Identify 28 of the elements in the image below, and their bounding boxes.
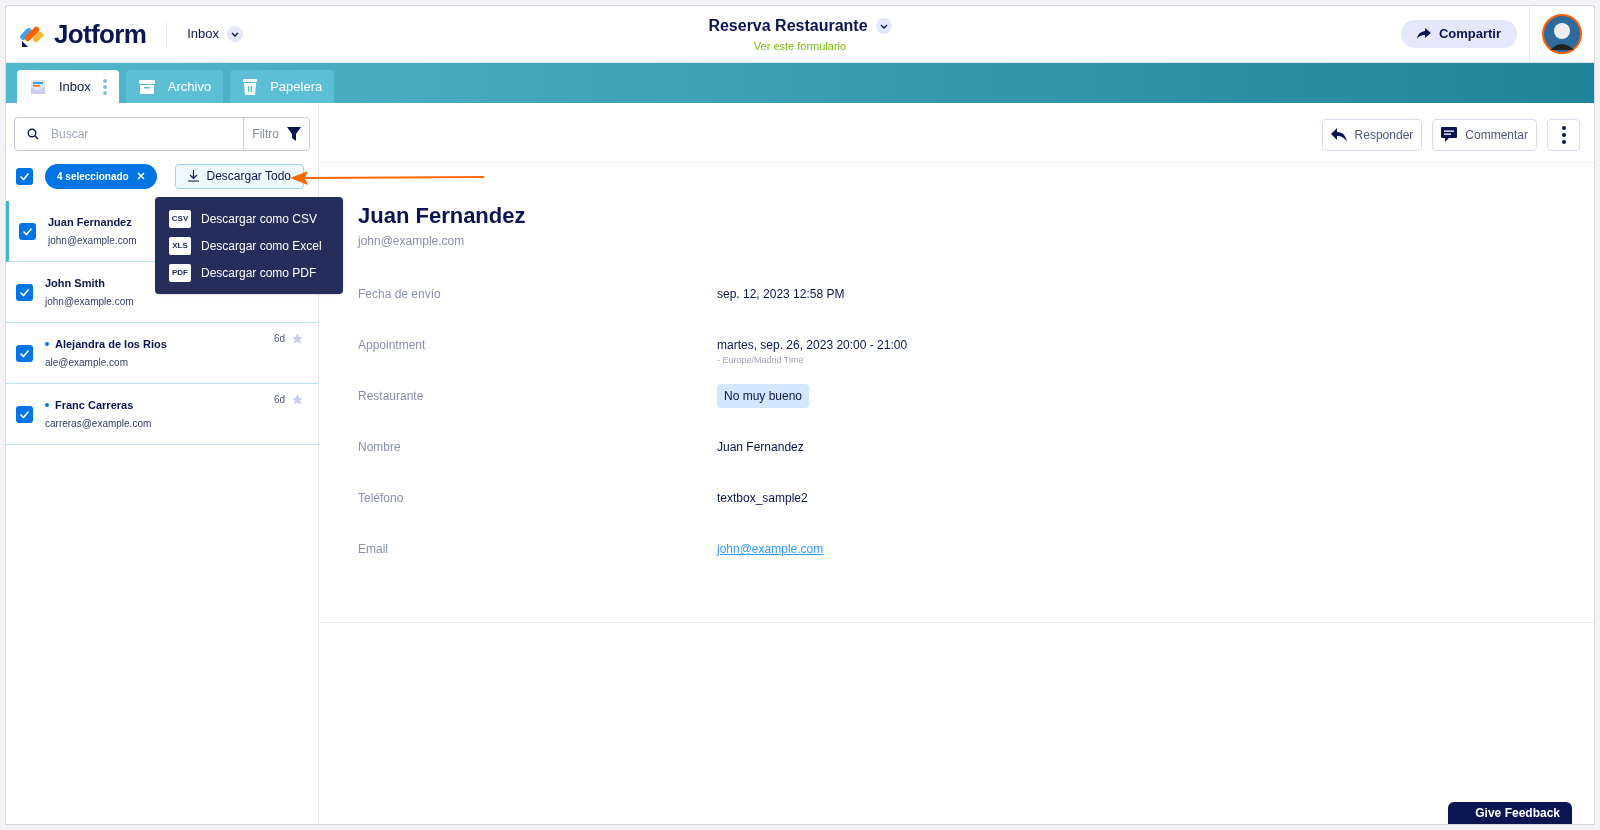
submitter-name: Juan Fernandez	[48, 214, 132, 230]
field-label: Email	[358, 541, 389, 558]
file-icon: PDF	[169, 263, 191, 282]
submitter-email: carreras@example.com	[45, 417, 152, 432]
field-note: - Europe/Madrid Time	[717, 354, 804, 367]
submitter-name: Franc Carreras	[55, 397, 134, 413]
field-value: martes, sep. 26, 2023 20:00 - 21:00	[717, 337, 908, 354]
submission-email: john@example.com	[358, 233, 466, 250]
submitter-email: ale@example.com	[45, 356, 129, 371]
file-icon: XLS	[169, 236, 191, 255]
file-icon: CSV	[169, 209, 191, 228]
age-label: 6d	[273, 393, 285, 407]
answer-tag: No muy bueno	[717, 384, 810, 408]
submission-name: Juan Fernandez	[358, 202, 527, 230]
field-value: textbox_sample2	[717, 490, 808, 507]
submitter-email: john@example.com	[45, 295, 134, 310]
field-value: sep. 12, 2023 12:58 PM	[717, 286, 845, 303]
age-label: 6d	[273, 332, 285, 346]
field-label: Teléfono	[358, 490, 405, 507]
field-label: Fecha de envío	[358, 286, 442, 303]
submitter-name: John Smith	[45, 275, 105, 291]
field-label: Restaurante	[358, 388, 425, 405]
submitter-email: john@example.com	[48, 234, 137, 249]
field-value: Juan Fernandez	[717, 439, 804, 456]
field-label: Appointment	[358, 337, 427, 354]
brand-name: Jotform	[54, 17, 147, 51]
field-label: Nombre	[358, 439, 402, 456]
submitter-name: Alejandra de los Rios	[55, 336, 167, 352]
